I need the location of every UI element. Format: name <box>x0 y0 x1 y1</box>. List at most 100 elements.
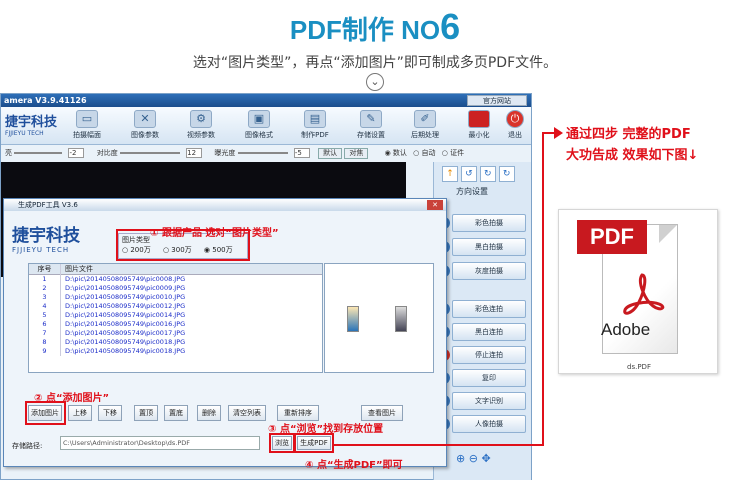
thumbnail-image[interactable] <box>395 306 407 332</box>
table-row[interactable]: 9 D:\pic\20140508095749\pic0018.JPG <box>29 347 322 356</box>
fit-icon[interactable]: ✥ <box>481 452 490 465</box>
row-index: 1 <box>29 275 61 284</box>
highlight-generate <box>294 433 334 453</box>
tool-label: 视频参数 <box>187 131 215 139</box>
dialog-logo: 捷宇科技 FJJIEYU TECH <box>12 221 112 255</box>
move-up-button[interactable]: 上移 <box>68 405 92 421</box>
table-row[interactable]: 6 D:\pic\20140508095749\pic0016.JPG <box>29 320 322 329</box>
tool-label: 存储设置 <box>357 131 385 139</box>
table-row[interactable]: 8 D:\pic\20140508095749\pic0018.JPG <box>29 338 322 347</box>
mode-auto-radio[interactable]: ○ 自动 <box>413 149 435 157</box>
tool-label: 退出 <box>508 131 522 139</box>
tool-label: 最小化 <box>468 131 490 139</box>
zoom-out-icon[interactable]: ⊖ <box>469 452 478 465</box>
row-index: 9 <box>29 347 61 356</box>
tool-storage-settings[interactable]: ✎ 存储设置 <box>351 110 391 142</box>
view-image-button[interactable]: 查看图片 <box>361 405 403 421</box>
brightness-slider[interactable] <box>14 152 63 154</box>
tool-exit[interactable]: ⏻ 退出 <box>499 110 531 142</box>
row-index: 4 <box>29 302 61 311</box>
tool-label: 拍摄幅面 <box>73 131 101 139</box>
tool-label: 制作PDF <box>301 131 329 139</box>
move-top-button[interactable]: 置顶 <box>134 405 158 421</box>
tool-image-format[interactable]: ▣ 图像格式 <box>239 110 279 142</box>
pencil-icon: ✎ <box>360 110 382 128</box>
bw-burst-button[interactable]: 黑白连拍 <box>452 323 526 341</box>
color-capture-button[interactable]: 彩色拍摄 <box>452 214 526 232</box>
adobe-label: Adobe <box>601 320 651 339</box>
step1-annotation: ① 跟据产品 选对“图片类型” <box>150 228 279 239</box>
tool-label: 后期处理 <box>411 131 439 139</box>
edit-icon: ✐ <box>414 110 436 128</box>
brightness-value[interactable]: -2 <box>68 148 85 158</box>
window-titlebar: amera V3.9.41126 <box>1 94 531 107</box>
resort-button[interactable]: 重新排序 <box>277 405 319 421</box>
clear-list-button[interactable]: 清空列表 <box>228 405 266 421</box>
tools-icon: ✕ <box>134 110 156 128</box>
rotate-left-icon[interactable]: ↺ <box>460 166 477 182</box>
tool-minimize[interactable]: 最小化 <box>459 110 499 142</box>
minimize-icon <box>468 110 490 128</box>
zoom-in-icon[interactable]: ⊕ <box>456 452 465 465</box>
row-index: 5 <box>29 311 61 320</box>
tool-make-pdf[interactable]: ▤ 制作PDF <box>295 110 335 142</box>
stop-burst-button[interactable]: 停止连拍 <box>452 346 526 364</box>
table-row[interactable]: 1 D:\pic\20140508095749\pic0008.JPG <box>29 275 322 284</box>
delete-button[interactable]: 删除 <box>197 405 221 421</box>
tool-image-params[interactable]: ✕ 图像参数 <box>125 110 165 142</box>
tool-video-params[interactable]: ⚙ 视频参数 <box>181 110 221 142</box>
capture-panel: ↑ ↺ ↻ ↻ 方向设置 彩色拍摄 黑白拍摄 灰度拍摄 彩色连拍 黑白连拍 停止… <box>433 162 531 480</box>
exposure-value[interactable]: -5 <box>293 148 310 158</box>
move-bottom-button[interactable]: 置底 <box>164 405 188 421</box>
row-index: 2 <box>29 284 61 293</box>
exposure-label: 曝光度 <box>214 149 236 157</box>
thumbnail-image[interactable] <box>347 306 359 332</box>
exposure-slider[interactable] <box>237 152 288 154</box>
row-index: 8 <box>29 338 61 347</box>
col-file: 图片文件 <box>65 265 93 273</box>
copy-button[interactable]: 复印 <box>452 369 526 387</box>
official-site-button[interactable]: 官方网站 <box>467 95 527 106</box>
row-index: 6 <box>29 320 61 329</box>
tool-post-process[interactable]: ✐ 后期处理 <box>405 110 445 142</box>
gray-capture-button[interactable]: 灰度拍摄 <box>452 262 526 280</box>
connector-line <box>542 132 544 446</box>
title-prefix: PDF制作 NO <box>289 15 441 45</box>
rotate-icon[interactable]: ↻ <box>498 166 515 182</box>
close-icon[interactable]: ✕ <box>427 200 443 210</box>
focus-button[interactable]: 对焦 <box>344 148 369 159</box>
table-row[interactable]: 7 D:\pic\20140508095749\pic0017.JPG <box>29 329 322 338</box>
tool-label: 图像格式 <box>245 131 273 139</box>
color-burst-button[interactable]: 彩色连拍 <box>452 300 526 318</box>
contrast-value[interactable]: 12 <box>186 148 203 158</box>
pdf-label: PDF <box>577 220 647 254</box>
save-path-label: 存储路径: <box>12 442 43 450</box>
default-button[interactable]: 默认 <box>318 148 343 159</box>
row-file-path: D:\pic\20140508095749\pic0017.JPG <box>65 329 186 337</box>
table-row[interactable]: 2 D:\pic\20140508095749\pic0009.JPG <box>29 284 322 293</box>
arrow-up-icon[interactable]: ↑ <box>442 166 458 182</box>
table-row[interactable]: 4 D:\pic\20140508095749\pic0012.JPG <box>29 302 322 311</box>
save-path-input[interactable]: C:\Users\Administrator\Desktop\ds.PDF <box>60 436 260 450</box>
bw-capture-button[interactable]: 黑白拍摄 <box>452 238 526 256</box>
row-file-path: D:\pic\20140508095749\pic0016.JPG <box>65 320 186 328</box>
mode-default-radio[interactable]: ◉ 数认 <box>385 149 407 157</box>
mode-cert-radio[interactable]: ○ 证件 <box>442 149 464 157</box>
dialog-logo-en: FJJIEYU TECH <box>12 246 70 254</box>
row-index: 3 <box>29 293 61 302</box>
move-down-button[interactable]: 下移 <box>98 405 122 421</box>
row-file-path: D:\pic\20140508095749\pic0010.JPG <box>65 293 186 301</box>
ocr-button[interactable]: 文字识别 <box>452 392 526 410</box>
tool-capture-size[interactable]: ▭ 拍摄幅面 <box>67 110 107 142</box>
direction-label: 方向设置 <box>456 187 488 196</box>
toolbar-ribbon: 捷宇科技 FJJIEYU TECH ▭ 拍摄幅面 ✕ 图像参数 ⚙ 视频参数 ▣ 图像格… <box>1 107 531 145</box>
window-title: amera V3.9.41126 <box>4 96 87 105</box>
table-row[interactable]: 3 D:\pic\20140508095749\pic0010.JPG <box>29 293 322 302</box>
result-text: 通过四步 完整的PDF 大功告成 效果如下图↓ <box>566 124 750 166</box>
portrait-button[interactable]: 人像拍摄 <box>452 415 526 433</box>
table-row[interactable]: 5 D:\pic\20140508095749\pic0014.JPG <box>29 311 322 320</box>
chevron-down-icon: ⌄ <box>366 73 384 91</box>
rotate-right-icon[interactable]: ↻ <box>479 166 496 182</box>
row-file-path: D:\pic\20140508095749\pic0018.JPG <box>65 338 186 346</box>
contrast-slider[interactable] <box>119 152 180 154</box>
